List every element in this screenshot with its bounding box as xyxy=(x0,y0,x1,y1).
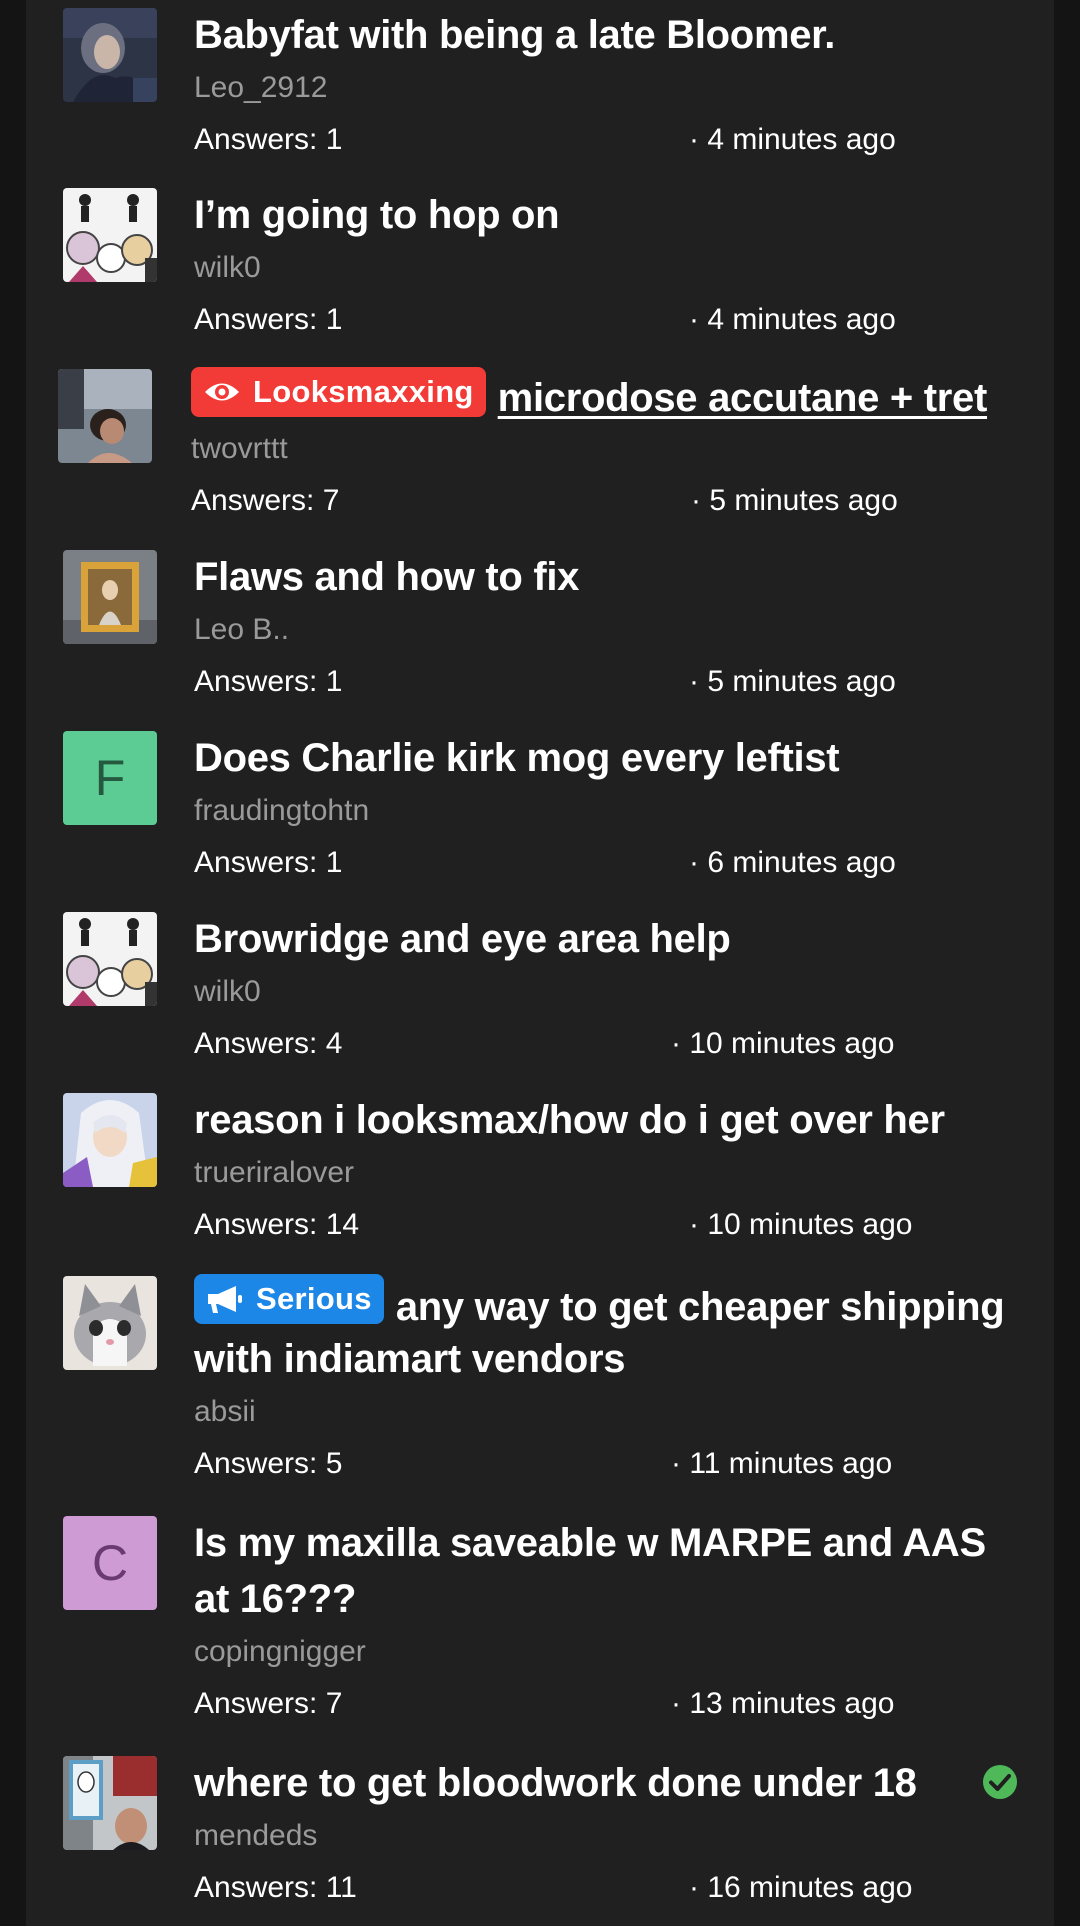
thread-title[interactable]: where to get bloodwork done under 18 xyxy=(194,1754,1034,1812)
thread-time: · 4 minutes ago xyxy=(689,303,896,336)
avatar[interactable] xyxy=(58,369,152,463)
thread-item[interactable]: Looksmaxxing microdose accutane + tret t… xyxy=(26,361,1054,536)
avatar[interactable]: F xyxy=(63,731,157,825)
thread-time: · 10 minutes ago xyxy=(671,1027,895,1060)
avatar-photo xyxy=(63,188,157,282)
avatar-photo xyxy=(58,369,152,463)
check-circle-icon xyxy=(983,1765,1017,1799)
thread-item[interactable]: reason i looksmax/how do i get over her … xyxy=(26,1085,1054,1260)
answers-count: Answers: 11 xyxy=(194,1871,357,1904)
avatar-letter: F xyxy=(94,750,126,806)
avatar[interactable] xyxy=(63,8,157,102)
thread-title-row: Serious any way to get cheaper shipping xyxy=(194,1274,1034,1336)
thread-author[interactable]: Leo B.. xyxy=(194,612,289,648)
thread-item[interactable]: where to get bloodwork done under 18 men… xyxy=(26,1746,1054,1926)
thread-title-continued[interactable]: at 16??? xyxy=(194,1570,1034,1628)
thread-title[interactable]: Babyfat with being a late Bloomer. xyxy=(194,6,1034,64)
thread-author[interactable]: trueriralover xyxy=(194,1155,354,1191)
category-tag-label: Serious xyxy=(256,1281,372,1316)
eye-icon xyxy=(205,383,239,401)
thread-author[interactable]: wilk0 xyxy=(194,974,261,1010)
thread-item[interactable]: C Is my maxilla saveable w MARPE and AAS… xyxy=(26,1506,1054,1736)
thread-title-row: Looksmaxxing microdose accutane + tret xyxy=(191,367,1031,427)
avatar-photo xyxy=(63,8,157,102)
thread-title[interactable]: microdose accutane + tret xyxy=(498,376,988,420)
avatar-photo xyxy=(63,550,157,644)
avatar-photo xyxy=(63,1093,157,1187)
avatar-photo xyxy=(63,1756,157,1850)
answers-count: Answers: 4 xyxy=(194,1027,343,1060)
category-tag-label: Looksmaxxing xyxy=(253,374,474,409)
thread-time: · 16 minutes ago xyxy=(689,1871,913,1904)
avatar[interactable]: C xyxy=(63,1516,157,1610)
thread-time: · 6 minutes ago xyxy=(689,846,896,879)
thread-item[interactable]: I’m going to hop on wilk0 Answers: 1 · 4… xyxy=(26,180,1054,355)
avatar[interactable] xyxy=(63,1276,157,1370)
answers-count: Answers: 14 xyxy=(194,1208,360,1241)
thread-item[interactable]: Flaws and how to fix Leo B.. Answers: 1 … xyxy=(26,542,1054,717)
thread-author[interactable]: fraudingtohtn xyxy=(194,793,369,829)
thread-title[interactable]: reason i looksmax/how do i get over her xyxy=(194,1091,1034,1149)
megaphone-icon xyxy=(208,1286,242,1313)
avatar-photo xyxy=(63,1276,157,1370)
thread-time: · 4 minutes ago xyxy=(689,123,896,156)
answers-count: Answers: 1 xyxy=(194,665,343,698)
thread-item[interactable]: Babyfat with being a late Bloomer. Leo_2… xyxy=(26,0,1054,175)
category-tag[interactable]: Serious xyxy=(194,1274,384,1324)
avatar[interactable] xyxy=(63,550,157,644)
thread-author[interactable]: copingnigger xyxy=(194,1634,366,1670)
thread-item[interactable]: F Does Charlie kirk mog every leftist fr… xyxy=(26,723,1054,898)
thread-time: · 5 minutes ago xyxy=(691,484,898,517)
thread-author[interactable]: wilk0 xyxy=(194,250,261,286)
thread-title-continued[interactable]: with indiamart vendors xyxy=(194,1330,1034,1388)
thread-author[interactable]: twovrttt xyxy=(191,431,288,467)
answers-count: Answers: 7 xyxy=(191,484,340,517)
thread-list: Babyfat with being a late Bloomer. Leo_2… xyxy=(26,0,1054,1926)
thread-title[interactable]: Is my maxilla saveable w MARPE and AAS xyxy=(194,1514,1034,1572)
answers-count: Answers: 1 xyxy=(194,303,343,336)
avatar[interactable] xyxy=(63,188,157,282)
thread-title[interactable]: any way to get cheaper shipping xyxy=(396,1285,1005,1329)
thread-title[interactable]: Browridge and eye area help xyxy=(194,910,1034,968)
category-tag[interactable]: Looksmaxxing xyxy=(191,367,486,417)
avatar[interactable] xyxy=(63,1093,157,1187)
thread-time: · 5 minutes ago xyxy=(689,665,896,698)
avatar-photo xyxy=(63,912,157,1006)
answers-count: Answers: 1 xyxy=(194,846,343,879)
thread-title[interactable]: Flaws and how to fix xyxy=(194,548,1034,606)
thread-title[interactable]: Does Charlie kirk mog every leftist xyxy=(194,729,1034,787)
thread-author[interactable]: mendeds xyxy=(194,1818,317,1854)
answers-count: Answers: 1 xyxy=(194,123,343,156)
thread-author[interactable]: Leo_2912 xyxy=(194,70,327,106)
avatar[interactable] xyxy=(63,1756,157,1850)
answers-count: Answers: 7 xyxy=(194,1687,343,1720)
avatar[interactable] xyxy=(63,912,157,1006)
thread-title[interactable]: I’m going to hop on xyxy=(194,186,1034,244)
thread-time: · 13 minutes ago xyxy=(671,1687,895,1720)
thread-time: · 11 minutes ago xyxy=(671,1447,893,1480)
thread-item[interactable]: Browridge and eye area help wilk0 Answer… xyxy=(26,904,1054,1079)
thread-author[interactable]: absii xyxy=(194,1394,256,1430)
answers-count: Answers: 5 xyxy=(194,1447,343,1480)
thread-item[interactable]: Serious any way to get cheaper shipping … xyxy=(26,1266,1054,1496)
thread-time: · 10 minutes ago xyxy=(689,1208,913,1241)
avatar-letter: C xyxy=(91,1535,129,1591)
